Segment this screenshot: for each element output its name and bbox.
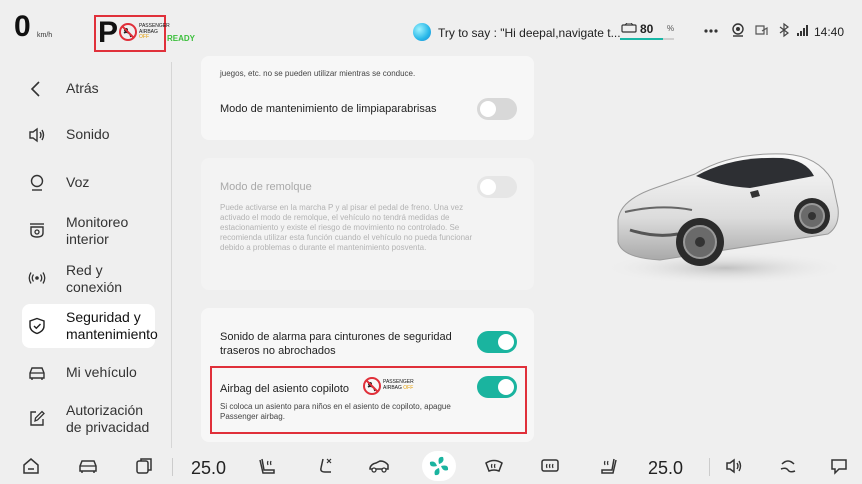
sidebar-item-label: Voz <box>66 174 90 190</box>
settings-card-tow: Modo de remolque Puede activarse en la m… <box>201 158 534 290</box>
steering-icon[interactable] <box>778 456 798 476</box>
camera-icon <box>28 221 46 239</box>
sidebar-item-sound[interactable]: Sonido <box>22 122 155 148</box>
sidebar-item-label: Sonido <box>66 126 110 142</box>
ready-indicator: READY <box>167 34 196 43</box>
signal-icon <box>795 22 811 38</box>
toggle-knob <box>480 101 496 117</box>
car-mode-icon[interactable] <box>368 456 389 476</box>
battery-value: 80 <box>640 22 654 36</box>
wireless-icon <box>28 269 46 287</box>
tow-mode-toggle[interactable] <box>477 176 517 198</box>
wiper-maintenance-toggle[interactable] <box>477 98 517 120</box>
sidebar-item-privacy[interactable]: Autorización de privacidad <box>22 400 155 436</box>
chat-icon[interactable] <box>829 456 849 476</box>
passenger-temperature[interactable]: 25.0 <box>648 458 683 479</box>
driver-monitor-icon[interactable] <box>730 22 746 38</box>
sidebar-item-security[interactable]: Seguridad y mantenimiento <box>22 304 158 348</box>
seat-adjust-icon[interactable] <box>315 456 335 476</box>
settings-card-wiper: juegos, etc. no se pueden utilizar mient… <box>201 56 534 140</box>
truncated-description: juegos, etc. no se pueden utilizar mient… <box>220 69 416 78</box>
sidebar-divider <box>171 62 172 448</box>
sidebar-item-network[interactable]: Red y conexión <box>22 260 155 296</box>
battery-bar-fill <box>620 38 663 40</box>
clock: 14:40 <box>814 25 845 39</box>
car-battery-icon <box>621 23 638 33</box>
sidebar-item-interior-monitor[interactable]: Monitoreo interior <box>22 212 155 248</box>
seatbelt-alarm-label: Sonido de alarma para cinturones de segu… <box>220 331 452 357</box>
sidebar-item-label: Seguridad y mantenimiento <box>66 309 158 342</box>
edit-icon <box>28 409 46 427</box>
sidebar-item-label: Atrás <box>66 80 99 96</box>
seatbelt-alarm-toggle[interactable] <box>477 331 517 353</box>
voice-assistant-icon[interactable] <box>413 23 431 41</box>
defrost-rear-icon[interactable] <box>540 456 560 476</box>
toggle-knob <box>498 334 514 350</box>
voice-icon <box>28 174 46 192</box>
home-icon[interactable] <box>21 456 41 476</box>
volume-icon[interactable] <box>725 456 745 476</box>
sidebar-item-label: Red y conexión <box>66 262 123 295</box>
driver-temperature[interactable]: 25.0 <box>191 458 226 479</box>
phone-projection-icon[interactable] <box>753 22 769 38</box>
settings-sidebar: Atrás Sonido Voz Monitoreo interior Red … <box>0 62 170 448</box>
shield-icon <box>28 317 46 335</box>
battery-unit: % <box>667 24 675 33</box>
seat-heat-right-icon[interactable] <box>598 456 618 476</box>
seat-heat-icon[interactable] <box>258 456 278 476</box>
sidebar-item-voice[interactable]: Voz <box>22 170 155 196</box>
bottom-dock: 25.0 25.0 <box>0 448 862 484</box>
passenger-airbag-off-icon <box>118 22 138 42</box>
wiper-maintenance-label: Modo de mantenimiento de limpiaparabrisa… <box>220 103 437 115</box>
gear-indicator: P <box>98 16 119 49</box>
status-bar: 0 km/h P PASSENGER AIRBAG OFF READY Try … <box>0 0 862 62</box>
tow-mode-description: Puede activarse en la marcha P y al pisa… <box>220 203 473 252</box>
sidebar-item-label: Monitoreo interior <box>66 214 129 247</box>
defrost-front-icon[interactable] <box>484 456 504 476</box>
back-chevron-icon <box>28 80 46 98</box>
car-icon <box>28 364 46 382</box>
sidebar-item-label: Mi vehículo <box>66 364 137 380</box>
airbag-indicator-off: OFF <box>139 34 149 40</box>
speed-value: 0 <box>14 10 31 43</box>
airbag-highlight-box <box>210 366 527 434</box>
dock-divider <box>709 458 710 476</box>
sidebar-item-back[interactable]: Atrás <box>22 76 155 102</box>
bluetooth-icon[interactable] <box>776 22 792 38</box>
speed-unit: km/h <box>37 32 53 39</box>
airbag-indicator-text: PASSENGER AIRBAG OFF <box>139 23 170 41</box>
vehicle-image <box>600 130 850 290</box>
apps-icon[interactable] <box>134 456 154 476</box>
sidebar-item-my-vehicle[interactable]: Mi vehículo <box>22 360 155 386</box>
dock-divider <box>172 458 173 476</box>
car-icon[interactable] <box>78 456 98 476</box>
sidebar-item-label: Autorización de privacidad <box>66 402 150 435</box>
toggle-knob <box>480 179 496 195</box>
fan-button[interactable] <box>422 451 456 481</box>
voice-prompt[interactable]: Try to say : "Hi deepal,navigate t... <box>438 26 621 40</box>
tow-mode-label: Modo de remolque <box>220 181 312 193</box>
speaker-icon <box>28 126 46 144</box>
more-icon[interactable] <box>703 22 719 38</box>
